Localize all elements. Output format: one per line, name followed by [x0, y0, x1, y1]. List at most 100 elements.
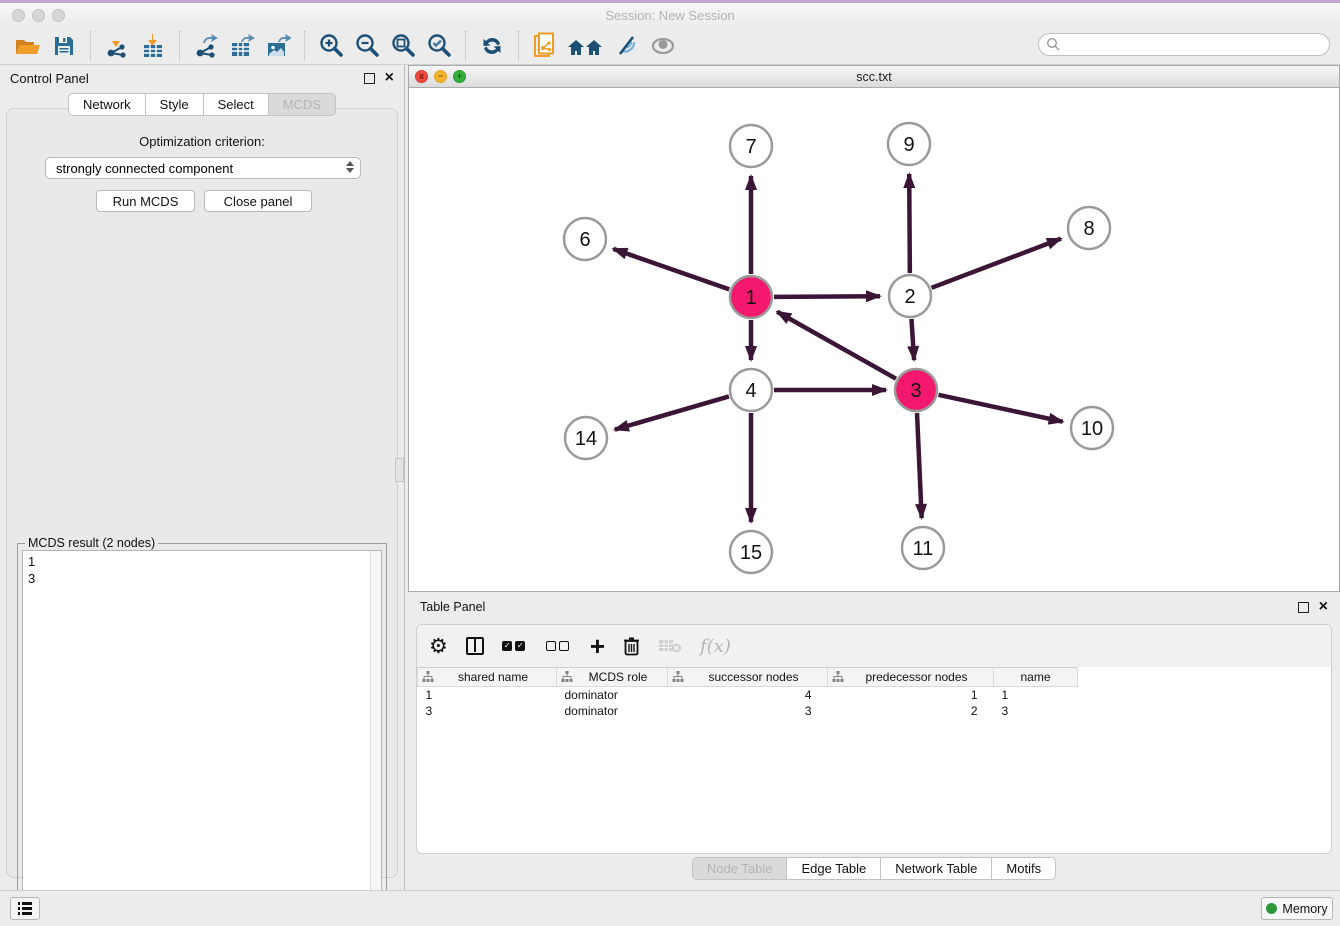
zoom-selected-button[interactable]	[421, 30, 457, 62]
result-scrollbar[interactable]	[370, 551, 381, 912]
save-session-button[interactable]	[46, 30, 82, 62]
close-table-panel-icon[interactable]: ×	[1319, 599, 1328, 615]
graph-edge-3-10[interactable]	[938, 395, 1062, 422]
cell-successor-nodes[interactable]: 4	[668, 687, 828, 703]
refresh-icon	[479, 33, 505, 59]
float-table-panel-icon[interactable]	[1298, 602, 1309, 613]
close-panel-button[interactable]: Close panel	[204, 190, 312, 212]
cell-shared-name[interactable]: 3	[418, 703, 557, 719]
graph-edge-3-1[interactable]	[777, 312, 896, 379]
tab-node-table[interactable]: Node Table	[692, 857, 788, 880]
cell-name[interactable]: 3	[994, 703, 1078, 719]
cell-mcds-role[interactable]: dominator	[557, 687, 668, 703]
network-close-button[interactable]: x	[415, 70, 428, 83]
eye-button[interactable]	[645, 30, 681, 62]
table-row[interactable]: 1 dominator 4 1 1	[418, 687, 1078, 703]
app-title: Session: New Session	[0, 8, 1340, 23]
tab-edge-table[interactable]: Edge Table	[787, 857, 881, 880]
sitemap-icon	[422, 671, 434, 683]
column-header-successor-nodes[interactable]: successor nodes	[668, 668, 828, 687]
toolbar-separator	[465, 31, 466, 61]
graph-node-label-2: 2	[904, 286, 915, 308]
home-button[interactable]	[563, 30, 609, 62]
import-network-button[interactable]	[99, 30, 135, 62]
graph-node-label-8: 8	[1083, 218, 1094, 240]
column-header-shared-name[interactable]: shared name	[418, 668, 557, 687]
zoom-in-button[interactable]	[313, 30, 349, 62]
graph-edge-4-14[interactable]	[615, 396, 729, 429]
graph-edge-2-3[interactable]	[911, 319, 914, 360]
memory-button[interactable]: Memory	[1261, 897, 1333, 920]
run-mcds-button[interactable]: Run MCDS	[96, 190, 195, 212]
columns-icon[interactable]	[466, 634, 484, 658]
network-view-window: scc.txt x − + 1234678910111415	[408, 65, 1340, 592]
zoom-fit-button[interactable]	[385, 30, 421, 62]
table-row[interactable]: 3 dominator 3 2 3	[418, 703, 1078, 719]
table-panel-header: Table Panel ×	[408, 594, 1340, 620]
app-titlebar: Session: New Session	[0, 3, 1340, 27]
cell-successor-nodes[interactable]: 3	[668, 703, 828, 719]
tab-select[interactable]: Select	[204, 93, 269, 116]
graph-edge-1-6[interactable]	[613, 249, 729, 290]
sitemap-icon	[672, 671, 684, 683]
graph-node-label-1: 1	[745, 287, 756, 309]
deselect-all-icon[interactable]	[546, 634, 572, 658]
tab-motifs[interactable]: Motifs	[992, 857, 1056, 880]
cell-mcds-role[interactable]: dominator	[557, 703, 668, 719]
select-all-icon[interactable]	[502, 634, 528, 658]
tab-mcds[interactable]: MCDS	[269, 93, 336, 116]
zoom-out-button[interactable]	[349, 30, 385, 62]
zoom-in-icon	[318, 33, 344, 59]
close-panel-icon[interactable]: ×	[385, 70, 394, 86]
open-session-button[interactable]	[10, 30, 46, 62]
function-builder-icon: f(x)	[700, 634, 731, 658]
column-header-predecessor-nodes[interactable]: predecessor nodes	[828, 668, 994, 687]
memory-status-icon	[1266, 903, 1277, 914]
export-network-button[interactable]	[188, 30, 224, 62]
graph-edge-2-9[interactable]	[909, 174, 910, 273]
delete-table-icon	[658, 634, 682, 658]
criterion-dropdown[interactable]: strongly connected component	[45, 157, 361, 179]
dropdown-stepper-icon	[346, 161, 354, 173]
toolbar-separator	[90, 31, 91, 61]
network-canvas[interactable]: 1234678910111415	[409, 88, 1339, 591]
graph-node-label-15: 15	[740, 542, 762, 564]
gear-icon[interactable]: ⚙	[429, 634, 448, 658]
tab-network-table[interactable]: Network Table	[881, 857, 992, 880]
cell-shared-name[interactable]: 1	[418, 687, 557, 703]
mcds-panel: Optimization criterion: strongly connect…	[6, 108, 398, 878]
task-history-button[interactable]	[10, 897, 40, 920]
tab-style[interactable]: Style	[146, 93, 204, 116]
export-table-button[interactable]	[224, 30, 260, 62]
mcds-result-area[interactable]: 1 3	[22, 550, 382, 913]
refresh-button[interactable]	[474, 30, 510, 62]
cell-name[interactable]: 1	[994, 687, 1078, 703]
network-document-button[interactable]	[527, 30, 563, 62]
graph-edge-2-8[interactable]	[932, 239, 1061, 288]
cell-predecessor-nodes[interactable]: 2	[828, 703, 994, 719]
import-table-button[interactable]	[135, 30, 171, 62]
search-input[interactable]	[1038, 33, 1330, 56]
add-icon[interactable]: +	[590, 634, 605, 658]
zoom-out-icon	[354, 33, 380, 59]
tab-network[interactable]: Network	[68, 93, 146, 116]
panel-splitter-grip[interactable]	[395, 458, 404, 482]
network-minimize-button[interactable]: −	[434, 70, 447, 83]
graph-node-label-3: 3	[910, 380, 921, 402]
hide-details-button[interactable]	[609, 30, 645, 62]
column-header-name[interactable]: name	[994, 668, 1078, 687]
hide-details-icon	[614, 33, 640, 59]
network-zoom-button[interactable]: +	[453, 70, 466, 83]
export-image-button[interactable]	[260, 30, 296, 62]
graph-node-label-11: 11	[913, 538, 934, 560]
delete-icon[interactable]	[623, 634, 640, 658]
import-table-icon	[140, 33, 166, 59]
trash-icon	[623, 636, 640, 656]
graph-edge-1-2[interactable]	[774, 296, 880, 297]
node-table-container: ⚙ + f(x) shared name MCDS	[416, 624, 1332, 854]
import-network-icon	[104, 33, 130, 59]
float-panel-icon[interactable]	[364, 73, 375, 84]
graph-edge-3-11[interactable]	[917, 413, 922, 518]
column-header-mcds-role[interactable]: MCDS role	[557, 668, 668, 687]
cell-predecessor-nodes[interactable]: 1	[828, 687, 994, 703]
